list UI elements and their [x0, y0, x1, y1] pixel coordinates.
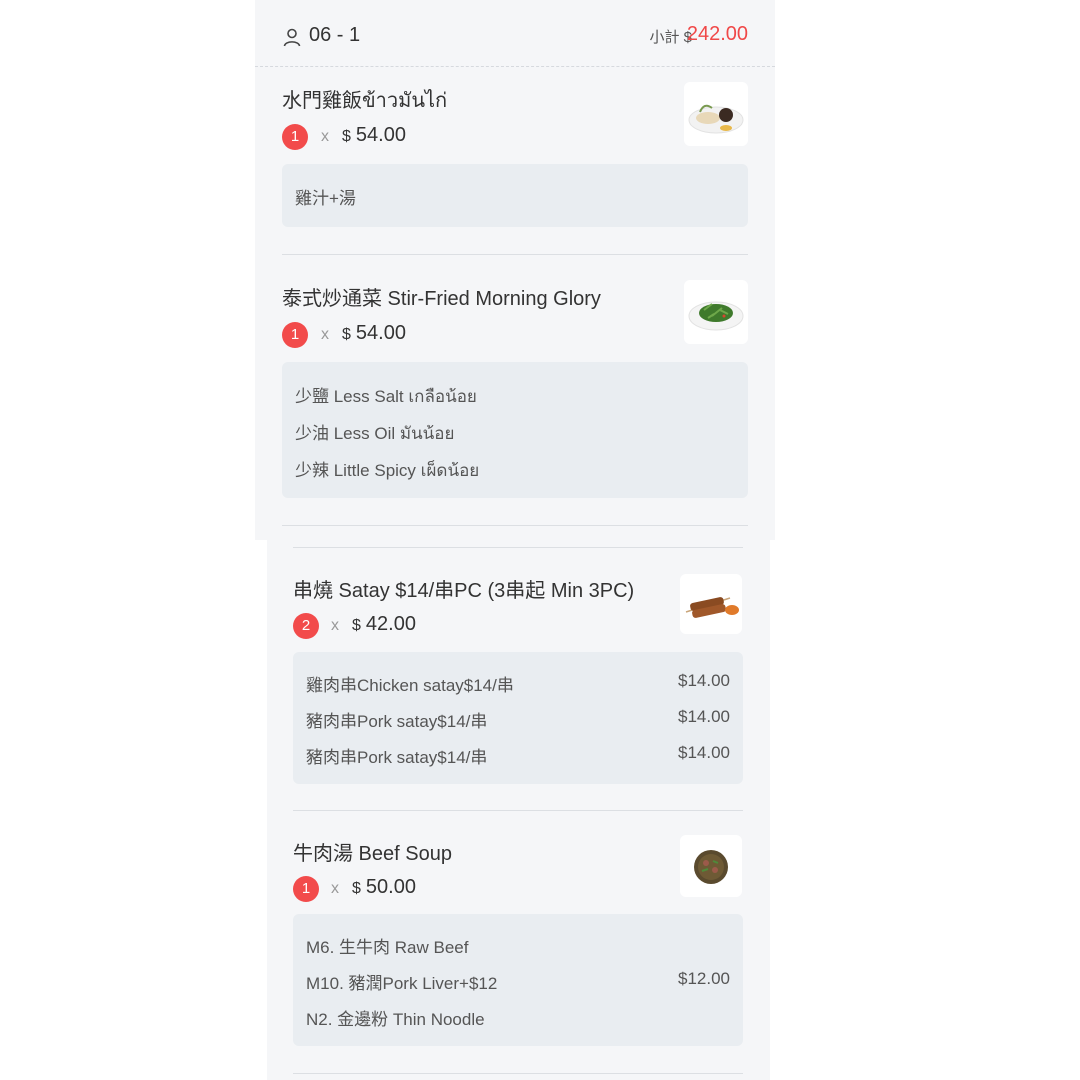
item-notes: 雞肉串Chicken satay$14/串 $14.00 豬肉串Pork sata…: [293, 652, 743, 784]
item-price: $42.00: [352, 613, 416, 636]
times-sign: x: [321, 326, 329, 343]
order-item[interactable]: 牛肉湯 Beef Soup 1 x $50.00 M6. 生牛肉 Raw Bee…: [293, 835, 743, 1050]
currency-symbol: $: [352, 880, 361, 897]
note-label: 豬肉串Pork satay$14/串: [306, 712, 488, 731]
quantity-badge: 1: [282, 124, 308, 150]
item-name: 泰式炒通菜 Stir-Fried Morning Glory: [282, 288, 601, 310]
price-value: 54.00: [355, 124, 406, 146]
order-item[interactable]: 水門雞飯ข้าวมันไก่ 1 x $54.00 雞汁+湯: [282, 82, 748, 232]
price-value: 54.00: [355, 322, 406, 344]
note-row: 少油 Less Oil มันน้อย: [295, 419, 735, 447]
quantity-badge: 1: [282, 322, 308, 348]
item-divider: [282, 254, 748, 255]
satay-icon: [680, 574, 742, 634]
subtotal-value: 242.00: [686, 23, 748, 45]
note-row: 雞汁+湯: [295, 184, 735, 209]
item-divider: [282, 525, 748, 526]
item-divider: [293, 1073, 743, 1074]
price-value: 50.00: [365, 876, 416, 898]
note-row: 雞肉串Chicken satay$14/串 $14.00: [306, 671, 730, 696]
note-row: M10. 豬潤Pork Liver+$12 $12.00: [306, 969, 730, 994]
table-number: 06 - 1: [309, 24, 361, 46]
note-row: 豬肉串Pork satay$14/串 $14.00: [306, 707, 730, 732]
item-notes: M6. 生牛肉 Raw Beef M10. 豬潤Pork Liver+$12 $1…: [293, 914, 743, 1046]
currency-symbol: $: [342, 326, 351, 343]
user-icon: [283, 28, 301, 47]
times-sign: x: [321, 128, 329, 145]
note-label: 雞肉串Chicken satay$14/串: [306, 676, 514, 695]
subtotal-label: 小計 $: [649, 29, 692, 46]
order-header: 06 - 1 小計 $ 242.00: [255, 5, 775, 67]
beef-soup-icon: [680, 835, 742, 897]
item-divider: [293, 547, 743, 548]
note-label: M10. 豬潤Pork Liver+$12: [306, 974, 498, 993]
item-price: $54.00: [342, 322, 406, 345]
chicken-rice-icon: [684, 82, 748, 146]
note-row: N2. 金邊粉 Thin Noodle: [306, 1005, 730, 1030]
note-row: 少辣 Little Spicy เผ็ดน้อย: [295, 456, 735, 484]
note-label: 少辣 Little Spicy เผ็ดน้อย: [295, 461, 480, 480]
order-item[interactable]: 泰式炒通菜 Stir-Fried Morning Glory 1 x $54.0…: [282, 280, 748, 500]
note-label: 少鹽 Less Salt เกลือน้อย: [295, 387, 477, 406]
item-notes: 少鹽 Less Salt เกลือน้อย 少油 Less Oil มันน้…: [282, 362, 748, 498]
note-row: 豬肉串Pork satay$14/串 $14.00: [306, 743, 730, 768]
item-price: $54.00: [342, 124, 406, 147]
note-row: 少鹽 Less Salt เกลือน้อย: [295, 382, 735, 410]
price-value: 42.00: [365, 613, 416, 635]
option-price: $14.00: [678, 743, 730, 762]
item-divider: [293, 810, 743, 811]
currency-symbol: $: [342, 128, 351, 145]
note-row: M6. 生牛肉 Raw Beef: [306, 933, 730, 958]
order-item[interactable]: 串燒 Satay $14/串PC (3串起 Min 3PC) 2 x $42.0…: [293, 572, 743, 787]
quantity-badge: 1: [293, 876, 319, 902]
item-name: 牛肉湯 Beef Soup: [293, 843, 452, 865]
option-price: $12.00: [678, 969, 730, 988]
times-sign: x: [331, 880, 339, 897]
item-name: 水門雞飯ข้าวมันไก่: [282, 90, 448, 112]
option-price: $14.00: [678, 707, 730, 726]
note-label: 雞汁+湯: [295, 189, 356, 208]
note-label: 少油 Less Oil มันน้อย: [295, 424, 455, 443]
item-notes: 雞汁+湯: [282, 164, 748, 227]
note-label: M6. 生牛肉 Raw Beef: [306, 938, 469, 957]
quantity-badge: 2: [293, 613, 319, 639]
note-label: 豬肉串Pork satay$14/串: [306, 748, 488, 767]
currency-symbol: $: [352, 617, 361, 634]
item-price: $50.00: [352, 876, 416, 899]
note-label: N2. 金邊粉 Thin Noodle: [306, 1010, 485, 1029]
option-price: $14.00: [678, 671, 730, 690]
times-sign: x: [331, 617, 339, 634]
item-name: 串燒 Satay $14/串PC (3串起 Min 3PC): [293, 580, 635, 602]
morning-glory-icon: [684, 280, 748, 344]
